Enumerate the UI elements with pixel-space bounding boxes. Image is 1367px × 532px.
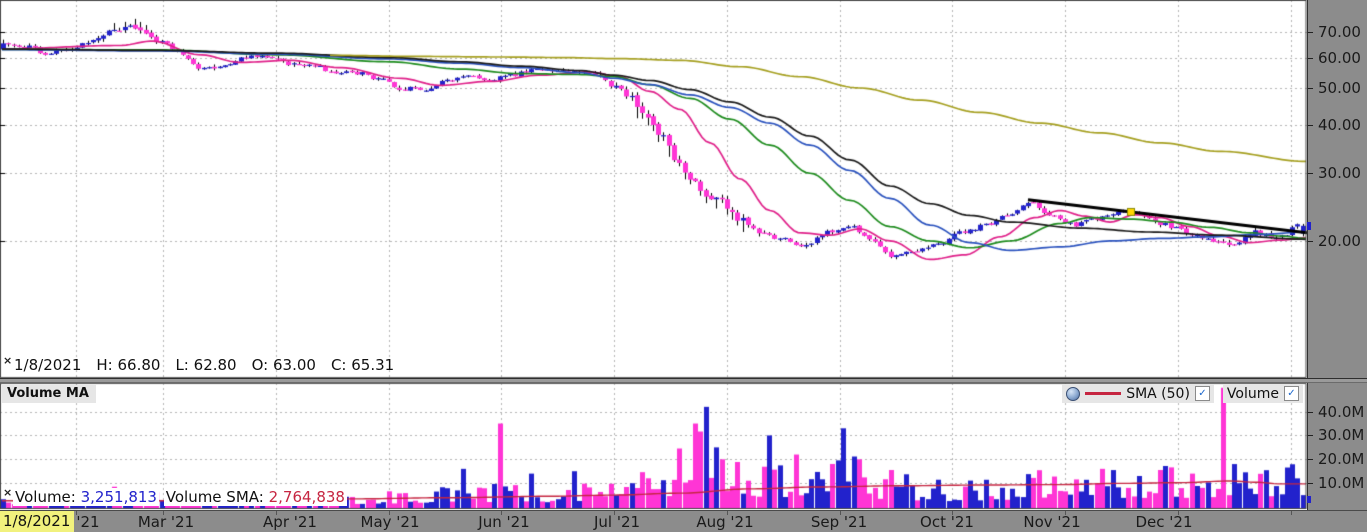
volume-axis-tick xyxy=(1308,483,1313,484)
volume-sma-value: Volume SMA: 2,764,838 xyxy=(164,488,347,506)
month-label: '21 xyxy=(76,513,99,531)
x-axis[interactable]: 1/8/2021 '21 Mar '21 Apr '21 May '21 Jun '21… xyxy=(0,510,1367,532)
volume-axis-tick xyxy=(1308,459,1313,460)
ohlc-low: L: 62.80 xyxy=(175,356,236,376)
volume-axis-tick xyxy=(1308,435,1313,436)
month-label: Mar '21 xyxy=(138,513,194,531)
price-axis-tick xyxy=(1308,173,1313,174)
month-label: Apr '21 xyxy=(263,513,317,531)
dismiss-volume-readout-button[interactable]: × xyxy=(3,487,12,498)
price-axis-label: 20.00 xyxy=(1318,232,1361,250)
month-tick xyxy=(952,511,953,515)
volume-axis-label: 10.0M xyxy=(1318,474,1364,492)
month-label: May '21 xyxy=(361,513,420,531)
sma-legend-label: SMA (50) xyxy=(1126,386,1190,402)
price-axis-tick xyxy=(1308,58,1313,59)
month-tick xyxy=(727,511,728,515)
month-label: Sep '21 xyxy=(811,513,867,531)
volume-legend-chip[interactable]: Volume ✓ xyxy=(1223,384,1303,403)
volume-readout: Volume: 3,251,813 Volume SMA: 2,764,838 xyxy=(13,488,347,506)
dismiss-ohlc-button[interactable]: × xyxy=(3,355,12,366)
volume-axis-label: 20.0M xyxy=(1318,450,1364,468)
price-axis[interactable]: 70.00 60.00 50.00 40.00 30.00 20.00 40.0M 30.0M… xyxy=(1307,0,1367,510)
price-axis-label: 60.00 xyxy=(1318,49,1361,67)
price-axis-label: 40.00 xyxy=(1318,116,1361,134)
volume-axis-label: 30.0M xyxy=(1318,426,1364,444)
month-label: Oct '21 xyxy=(920,513,974,531)
month-label: Aug '21 xyxy=(696,513,753,531)
month-tick xyxy=(840,511,841,515)
volume-value: Volume: 3,251,813 xyxy=(13,488,159,506)
month-tick xyxy=(501,511,502,515)
month-tick xyxy=(1291,511,1292,515)
month-tick xyxy=(276,511,277,515)
last-price-marker xyxy=(1307,222,1311,230)
price-volume-chart[interactable] xyxy=(0,0,1307,510)
sma-legend-chip[interactable]: SMA (50) ✓ xyxy=(1062,384,1214,403)
ohlc-high: H: 66.80 xyxy=(96,356,160,376)
month-tick xyxy=(76,511,77,515)
last-volume-marker xyxy=(1307,496,1311,503)
volume-legend: SMA (50) ✓ Volume ✓ xyxy=(1062,384,1303,403)
month-tick xyxy=(1065,511,1066,515)
volume-panel-title: Volume MA xyxy=(2,385,96,403)
volume-check-icon[interactable]: ✓ xyxy=(1284,386,1299,401)
month-tick xyxy=(1178,511,1179,515)
price-axis-tick xyxy=(1308,241,1313,242)
ohlc-readout: 1/8/2021 H: 66.80 L: 62.80 O: 63.00 C: 6… xyxy=(14,356,394,376)
price-axis-label: 30.00 xyxy=(1318,164,1361,182)
sma-line-swatch xyxy=(1085,392,1121,395)
month-tick xyxy=(163,511,164,515)
month-tick xyxy=(389,511,390,515)
ohlc-open: O: 63.00 xyxy=(252,356,316,376)
stock-chart-app: 70.00 60.00 50.00 40.00 30.00 20.00 40.0M 30.0M… xyxy=(0,0,1367,532)
sma-check-icon[interactable]: ✓ xyxy=(1195,386,1210,401)
month-label: Jun '21 xyxy=(478,513,529,531)
month-label: Jul '21 xyxy=(594,513,640,531)
ohlc-close: C: 65.31 xyxy=(331,356,394,376)
ohlc-date: 1/8/2021 xyxy=(14,356,81,376)
price-axis-label: 50.00 xyxy=(1318,79,1361,97)
month-tick xyxy=(614,511,615,515)
globe-icon xyxy=(1066,387,1080,401)
price-axis-tick xyxy=(1308,88,1313,89)
volume-axis-tick xyxy=(1308,412,1313,413)
volume-axis-label: 40.0M xyxy=(1318,403,1364,421)
price-axis-label: 70.00 xyxy=(1318,23,1361,41)
month-label: Dec '21 xyxy=(1135,513,1192,531)
price-axis-tick xyxy=(1308,125,1313,126)
panel-separator[interactable] xyxy=(0,378,1367,383)
month-label: Nov '21 xyxy=(1023,513,1080,531)
volume-legend-label: Volume xyxy=(1227,386,1279,402)
price-axis-tick xyxy=(1308,32,1313,33)
selected-date-chip: 1/8/2021 xyxy=(0,511,74,532)
